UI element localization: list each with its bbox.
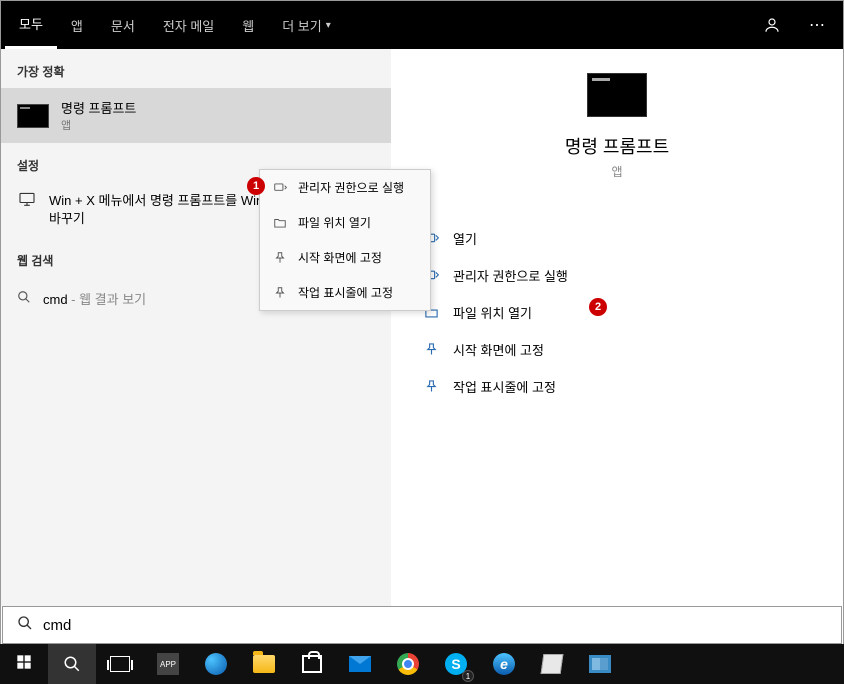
results-pane: 가장 정확 명령 프롬프트 앱 설정 Win + X 메뉴에서 명령 프롬프트를…	[1, 49, 391, 606]
folder-icon	[272, 216, 288, 230]
shield-icon	[272, 181, 288, 195]
action-open[interactable]: 열기	[415, 220, 819, 257]
search-bar[interactable]	[2, 606, 842, 644]
ctx-pin-taskbar[interactable]: 작업 표시줄에 고정	[260, 275, 430, 310]
task-view-icon	[110, 656, 130, 672]
ctx-open-location[interactable]: 파일 위치 열기	[260, 205, 430, 240]
monitor-icon	[17, 192, 37, 206]
preview-app-icon	[587, 73, 647, 117]
pin-icon	[272, 286, 288, 300]
search-tabs-bar: 모두 앱 문서 전자 메일 웹 더 보기 ▾ ⋯	[1, 1, 843, 49]
start-button[interactable]	[0, 644, 48, 684]
web-hint: - 웹 결과 보기	[68, 292, 147, 307]
taskbar: APP S 1	[0, 644, 844, 684]
action-open-loc-label: 파일 위치 열기	[453, 303, 532, 322]
taskbar-explorer[interactable]	[240, 644, 288, 684]
ie-icon	[493, 653, 515, 675]
preview-pane: 명령 프롬프트 앱 열기 관리자 권한으로 실행	[391, 49, 843, 606]
result-title: 명령 프롬프트	[61, 98, 136, 117]
feedback-icon[interactable]	[749, 1, 795, 49]
best-match-result[interactable]: 명령 프롬프트 앱	[1, 88, 391, 143]
tab-docs[interactable]: 문서	[97, 1, 149, 49]
windows-icon	[16, 654, 32, 675]
pin-icon	[272, 251, 288, 265]
folder-icon	[253, 655, 275, 673]
chrome-icon	[397, 653, 419, 675]
tab-web[interactable]: 웹	[228, 1, 268, 49]
tab-all[interactable]: 모두	[5, 1, 57, 49]
skype-badge: 1	[462, 670, 474, 682]
notepad-icon	[541, 654, 564, 674]
tab-more[interactable]: 더 보기 ▾	[268, 1, 345, 49]
taskbar-ie[interactable]	[480, 644, 528, 684]
ctx-pin-start[interactable]: 시작 화면에 고정	[260, 240, 430, 275]
control-panel-icon	[589, 655, 611, 673]
pin-icon	[423, 379, 439, 394]
taskbar-chrome[interactable]	[384, 644, 432, 684]
result-subtitle: 앱	[61, 117, 136, 133]
more-options-icon[interactable]: ⋯	[795, 1, 839, 49]
app-icon: APP	[157, 653, 179, 675]
search-icon	[17, 290, 31, 309]
ctx-pin-start-label: 시작 화면에 고정	[298, 249, 382, 266]
taskbar-skype[interactable]: S 1	[432, 644, 480, 684]
taskbar-edge[interactable]	[192, 644, 240, 684]
action-pin-start-label: 시작 화면에 고정	[453, 340, 544, 359]
taskbar-app-generic[interactable]: APP	[144, 644, 192, 684]
ctx-run-as-admin[interactable]: 관리자 권한으로 실행	[260, 170, 430, 205]
cmd-icon	[17, 104, 49, 128]
action-pin-start[interactable]: 시작 화면에 고정	[415, 331, 819, 368]
action-run-admin-label: 관리자 권한으로 실행	[453, 266, 568, 285]
tab-email[interactable]: 전자 메일	[149, 1, 228, 49]
preview-subtitle: 앱	[391, 163, 843, 180]
search-icon	[17, 615, 33, 635]
tab-more-label: 더 보기	[282, 16, 322, 35]
taskbar-control-panel[interactable]	[576, 644, 624, 684]
action-open-label: 열기	[453, 229, 477, 248]
action-run-admin[interactable]: 관리자 권한으로 실행	[415, 257, 819, 294]
annotation-badge-1: 1	[247, 177, 265, 195]
best-match-header: 가장 정확	[1, 49, 391, 88]
taskbar-notepad[interactable]	[528, 644, 576, 684]
preview-title: 명령 프롬프트	[391, 133, 843, 159]
pin-icon	[423, 342, 439, 357]
web-query: cmd	[43, 292, 68, 307]
tab-apps[interactable]: 앱	[57, 1, 97, 49]
action-pin-taskbar-label: 작업 표시줄에 고정	[453, 377, 556, 396]
taskbar-task-view[interactable]	[96, 644, 144, 684]
search-input[interactable]	[43, 617, 827, 634]
annotation-badge-2: 2	[589, 298, 607, 316]
ctx-run-admin-label: 관리자 권한으로 실행	[298, 179, 404, 196]
ctx-open-loc-label: 파일 위치 열기	[298, 214, 371, 231]
edge-icon	[205, 653, 227, 675]
action-pin-taskbar[interactable]: 작업 표시줄에 고정	[415, 368, 819, 405]
chevron-down-icon: ▾	[326, 20, 331, 31]
action-open-location[interactable]: 파일 위치 열기	[415, 294, 819, 331]
ctx-pin-taskbar-label: 작업 표시줄에 고정	[298, 284, 393, 301]
context-menu: 관리자 권한으로 실행 파일 위치 열기 시작 화면에 고정	[259, 169, 431, 311]
mail-icon	[349, 656, 371, 672]
taskbar-store[interactable]	[288, 644, 336, 684]
taskbar-mail[interactable]	[336, 644, 384, 684]
store-icon	[302, 655, 322, 673]
taskbar-search[interactable]	[48, 644, 96, 684]
